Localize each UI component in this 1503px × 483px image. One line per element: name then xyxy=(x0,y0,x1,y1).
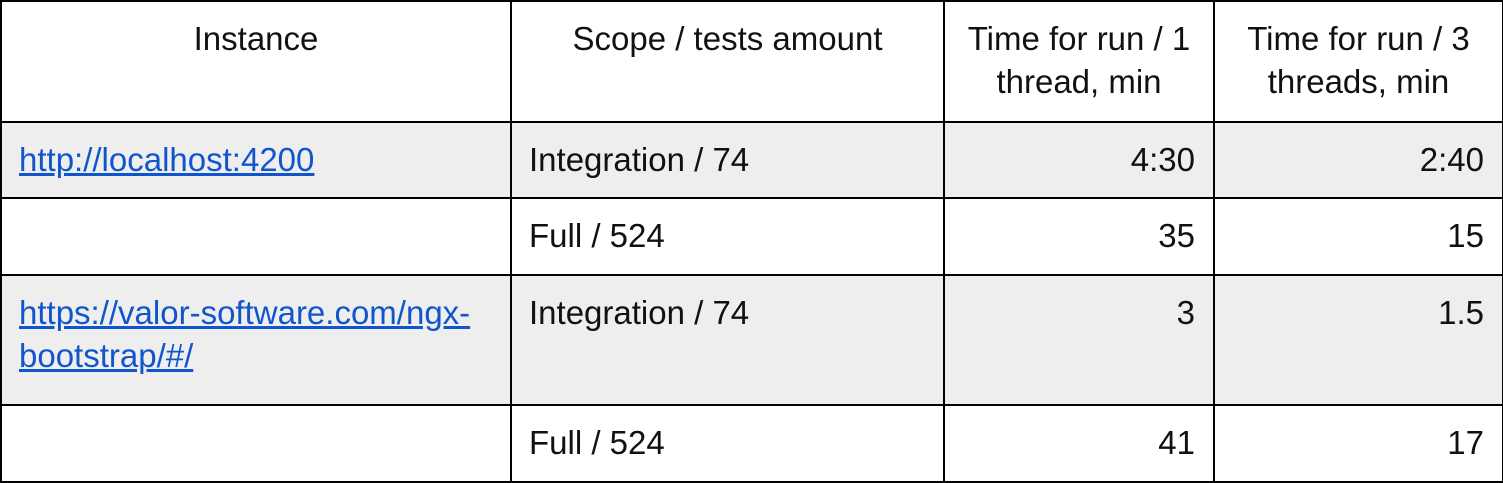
instance-link[interactable]: https://valor-software.com/ngx-bootstrap… xyxy=(19,294,470,374)
header-time-3-threads: Time for run / 3 threads, min xyxy=(1213,0,1503,123)
time-1-thread-cell: 35 xyxy=(943,197,1215,276)
results-table: Instance Scope / tests amount Time for r… xyxy=(0,0,1503,483)
header-time-1-thread: Time for run / 1 thread, min xyxy=(943,0,1215,123)
instance-link[interactable]: http://localhost:4200 xyxy=(19,141,314,178)
scope-cell: Integration / 74 xyxy=(510,274,945,406)
time-3-threads-cell: 15 xyxy=(1213,197,1503,276)
table-row: Full / 524 41 17 xyxy=(0,404,1503,483)
table-row: https://valor-software.com/ngx-bootstrap… xyxy=(0,274,1503,406)
time-3-threads-cell: 2:40 xyxy=(1213,121,1503,199)
instance-cell xyxy=(0,197,512,276)
instance-cell: https://valor-software.com/ngx-bootstrap… xyxy=(0,274,512,406)
time-1-thread-cell: 4:30 xyxy=(943,121,1215,199)
header-instance: Instance xyxy=(0,0,512,123)
scope-cell: Integration / 74 xyxy=(510,121,945,199)
table-row: http://localhost:4200 Integration / 74 4… xyxy=(0,121,1503,199)
instance-cell xyxy=(0,404,512,483)
table-row: Full / 524 35 15 xyxy=(0,197,1503,276)
header-row: Instance Scope / tests amount Time for r… xyxy=(0,0,1503,123)
instance-cell: http://localhost:4200 xyxy=(0,121,512,199)
time-1-thread-cell: 3 xyxy=(943,274,1215,406)
time-3-threads-cell: 1.5 xyxy=(1213,274,1503,406)
time-3-threads-cell: 17 xyxy=(1213,404,1503,483)
time-1-thread-cell: 41 xyxy=(943,404,1215,483)
header-scope: Scope / tests amount xyxy=(510,0,945,123)
scope-cell: Full / 524 xyxy=(510,404,945,483)
scope-cell: Full / 524 xyxy=(510,197,945,276)
